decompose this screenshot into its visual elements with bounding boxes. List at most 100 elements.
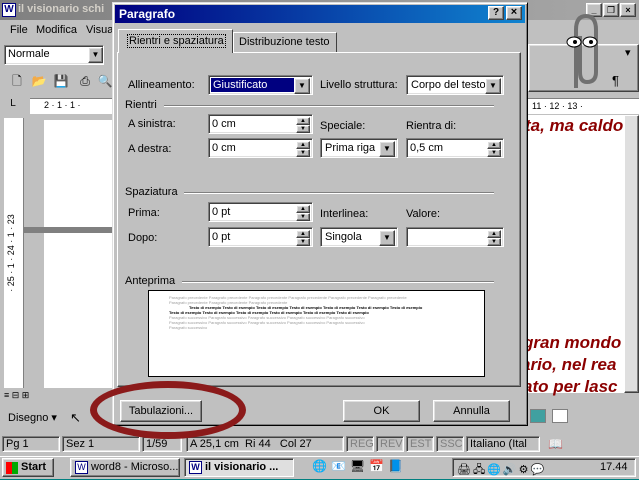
save-icon[interactable]: 💾 xyxy=(52,72,70,90)
valore-label: Valore: xyxy=(406,208,441,220)
spin-down-icon[interactable]: ▼ xyxy=(487,238,501,246)
anteprima-divider xyxy=(182,281,494,283)
shadow-icon[interactable] xyxy=(530,409,546,423)
menu-visualizza[interactable]: Visua xyxy=(86,24,113,36)
spin-up-icon[interactable]: ▲ xyxy=(296,141,310,149)
office-assistant-icon[interactable] xyxy=(556,10,606,92)
open-folder-icon[interactable]: 📂 xyxy=(30,72,48,90)
paragraph-preview: Paragrafo precedente Paragrafo precedent… xyxy=(148,290,485,377)
doc-line-1: ta, ma caldo xyxy=(525,116,624,135)
dialog-title: Paragrafo xyxy=(119,7,176,21)
livello-label: Livello struttura: xyxy=(320,79,398,91)
word-app-icon: W xyxy=(2,3,16,17)
draw-menu-button[interactable]: Disegno ▾ xyxy=(8,411,57,424)
interlinea-select[interactable]: Singola ▼ xyxy=(320,227,398,247)
zoom-icon[interactable]: ▾ xyxy=(625,46,631,59)
word-title: il visionario schi xyxy=(18,3,105,15)
rientra-spinner[interactable]: 0,5 cm ▲ ▼ xyxy=(406,138,504,158)
menu-file[interactable]: File xyxy=(10,24,28,36)
vertical-scrollbar[interactable] xyxy=(624,115,639,393)
vertical-ruler: · 25 · 1 · 24 · 1 · 23 xyxy=(4,118,24,388)
anteprima-group-label: Anteprima xyxy=(125,275,176,287)
tray-icons[interactable]: 🖨🖧🌐🔊⚙💬 xyxy=(457,461,546,480)
spin-down-icon[interactable]: ▼ xyxy=(487,149,501,157)
spin-down-icon[interactable]: ▼ xyxy=(296,213,310,221)
valore-spinner[interactable]: ▲ ▼ xyxy=(406,227,504,247)
chevron-down-icon[interactable]: ▼ xyxy=(485,78,501,94)
close-window-button[interactable]: × xyxy=(620,3,636,17)
help-button[interactable]: ? xyxy=(488,6,504,20)
spin-down-icon[interactable]: ▼ xyxy=(296,238,310,246)
spin-up-icon[interactable]: ▲ xyxy=(296,205,310,213)
ruler-left-marks: 2 · 1 · 1 · xyxy=(44,100,81,110)
word-doc-icon: W xyxy=(189,461,202,474)
document-page-left xyxy=(44,120,114,388)
spelling-book-icon[interactable]: 📖 xyxy=(548,437,563,451)
draw-label: Disegno xyxy=(8,412,49,424)
start-button[interactable]: Start xyxy=(2,458,54,477)
menu-modifica[interactable]: Modifica xyxy=(36,24,77,36)
annulla-button[interactable]: Annulla xyxy=(433,400,510,422)
sinistra-value: 0 cm xyxy=(212,118,236,130)
destra-value: 0 cm xyxy=(212,142,236,154)
annotation-ellipse xyxy=(90,381,246,439)
spin-up-icon[interactable]: ▲ xyxy=(296,230,310,238)
word-doc-icon: W xyxy=(75,461,88,474)
spin-up-icon[interactable]: ▲ xyxy=(296,117,310,125)
windows-logo-icon xyxy=(6,462,18,474)
clock: 17.44 xyxy=(600,461,628,473)
tab-selector[interactable]: L xyxy=(4,98,22,114)
prima-value: 0 pt xyxy=(212,206,231,218)
spin-up-icon[interactable]: ▲ xyxy=(487,141,501,149)
chevron-down-icon[interactable]: ▼ xyxy=(379,230,395,246)
status-est[interactable]: EST xyxy=(406,436,434,452)
allineamento-select[interactable]: Giustificato ▼ xyxy=(208,75,313,95)
interlinea-label: Interlinea: xyxy=(320,208,369,220)
chevron-down-icon[interactable]: ▼ xyxy=(294,78,310,94)
rientra-label: Rientra di: xyxy=(406,120,457,132)
destra-label: A destra: xyxy=(128,143,172,155)
status-rev[interactable]: REV xyxy=(376,436,404,452)
prima-label: Prima: xyxy=(128,207,160,219)
ok-button[interactable]: OK xyxy=(343,400,420,422)
paragraph-icon[interactable]: ¶ xyxy=(612,73,619,88)
status-reg[interactable]: REG xyxy=(346,436,374,452)
document-page-right: ta, ma caldo gran mondo ario, nel rea at… xyxy=(521,115,639,396)
sinistra-spinner[interactable]: 0 cm ▲ ▼ xyxy=(208,114,313,134)
livello-select[interactable]: Corpo del testo ▼ xyxy=(406,75,504,95)
allineamento-label: Allineamento: xyxy=(128,79,195,91)
speciale-select[interactable]: Prima riga ▼ xyxy=(320,138,398,158)
dialog-close-button[interactable]: × xyxy=(506,6,522,20)
tab-distribuzione-testo[interactable]: Distribuzione testo xyxy=(233,32,337,52)
status-language: Italiano (Ital xyxy=(466,436,540,452)
quicklaunch-icons[interactable]: 🌐📧🖥📅📘 xyxy=(312,459,407,473)
page-break-line xyxy=(24,227,114,233)
dopo-label: Dopo: xyxy=(128,232,158,244)
tab-rientri-spaziatura[interactable]: Rientri e spaziatura xyxy=(118,29,233,53)
3d-icon[interactable] xyxy=(552,409,568,423)
vertical-ruler-numbers: · 25 · 1 · 24 · 1 · 23 xyxy=(6,214,16,292)
chevron-down-icon[interactable]: ▼ xyxy=(88,47,103,63)
speciale-label: Speciale: xyxy=(320,120,366,132)
view-buttons[interactable]: ≡ ⊟ ⊞ xyxy=(4,390,44,402)
taskbar-word8[interactable]: W word8 - Microso... xyxy=(70,458,180,477)
dopo-spinner[interactable]: 0 pt ▲ ▼ xyxy=(208,227,313,247)
doc-line-4: ato per lasc xyxy=(523,377,618,396)
spin-down-icon[interactable]: ▼ xyxy=(296,125,310,133)
spin-up-icon[interactable]: ▲ xyxy=(487,230,501,238)
print-icon[interactable]: ⎙ xyxy=(76,72,94,90)
select-pointer-icon[interactable]: ↖ xyxy=(70,410,81,426)
style-value: Normale xyxy=(8,48,50,60)
status-position: A 25,1 cm Ri 44 Col 27 xyxy=(186,436,344,452)
prima-spinner[interactable]: 0 pt ▲ ▼ xyxy=(208,202,313,222)
status-ssc[interactable]: SSC xyxy=(436,436,464,452)
livello-value: Corpo del testo xyxy=(411,79,485,91)
new-document-icon[interactable]: 🗋 xyxy=(8,72,26,90)
spaziatura-divider xyxy=(184,192,494,194)
speciale-value: Prima riga xyxy=(325,142,376,154)
spin-down-icon[interactable]: ▼ xyxy=(296,149,310,157)
doc-line-2: gran mondo xyxy=(523,333,622,352)
taskbar-visionario[interactable]: W il visionario ... xyxy=(184,458,294,477)
destra-spinner[interactable]: 0 cm ▲ ▼ xyxy=(208,138,313,158)
chevron-down-icon[interactable]: ▼ xyxy=(379,141,395,157)
